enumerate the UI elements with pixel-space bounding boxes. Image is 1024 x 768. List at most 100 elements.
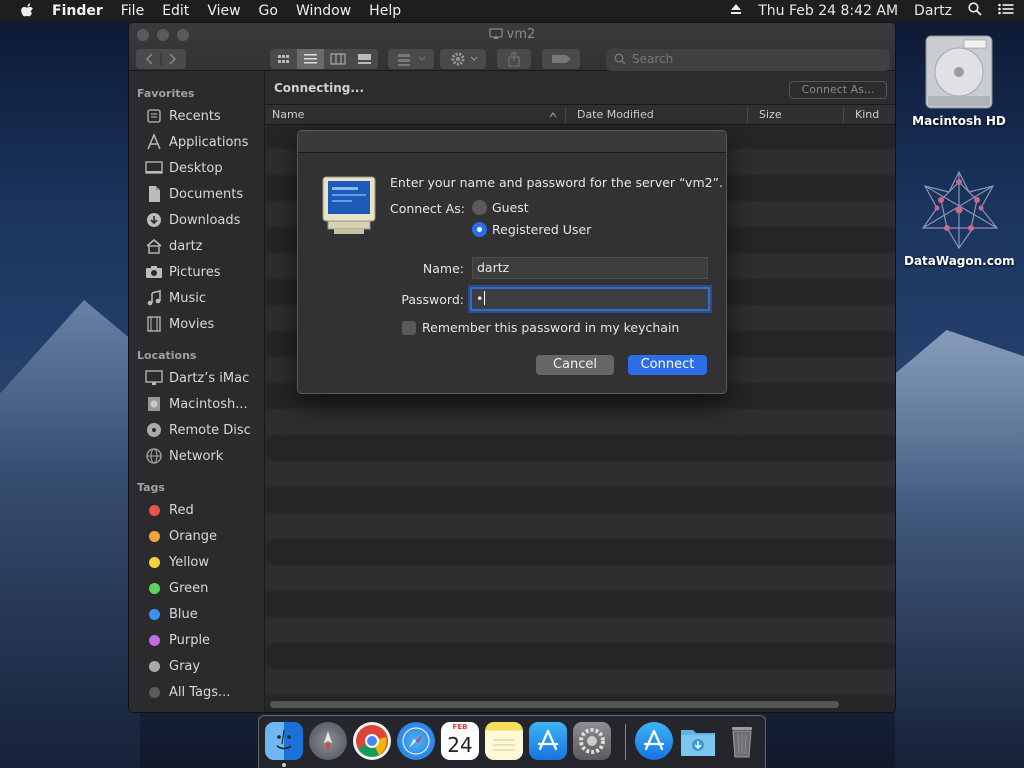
column-header-size[interactable]: Size	[759, 108, 782, 121]
download-icon	[145, 211, 163, 229]
eject-icon[interactable]	[730, 3, 742, 19]
edit-tags-button[interactable]	[542, 49, 580, 69]
desktop-icon-datawagon[interactable]: DataWagon.com	[904, 170, 1015, 268]
app-store-icon[interactable]	[635, 722, 673, 760]
dialog-titlebar	[298, 131, 726, 153]
sidebar-item-label: Pictures	[169, 264, 221, 280]
sidebar-item-macintosh[interactable]: Macintosh...	[129, 391, 265, 417]
menubar-user[interactable]: Dartz	[914, 3, 952, 19]
column-header-name[interactable]: Name	[272, 108, 304, 121]
sidebar-tag-all-tags[interactable]: All Tags...	[129, 679, 265, 705]
radio-registered-user-control[interactable]	[472, 222, 487, 237]
radio-guest[interactable]: Guest	[472, 200, 529, 215]
back-forward-buttons[interactable]	[136, 49, 186, 69]
downloads-folder-icon[interactable]	[679, 722, 717, 760]
disk-icon	[145, 395, 163, 413]
horizontal-scrollbar[interactable]	[270, 701, 839, 708]
system-preferences-icon[interactable]	[573, 722, 611, 760]
group-by-button[interactable]	[388, 49, 434, 69]
calendar-icon[interactable]: FEB 24	[441, 722, 479, 760]
radio-registered-user[interactable]: Registered User	[472, 222, 591, 237]
sidebar-item-label: Desktop	[169, 160, 223, 176]
cancel-button[interactable]: Cancel	[536, 355, 614, 375]
search-placeholder: Search	[632, 52, 674, 66]
column-header-date-modified[interactable]: Date Modified	[577, 108, 654, 121]
sidebar-item-label: Remote Disc	[169, 422, 251, 438]
server-login-dialog: Enter your name and password for the ser…	[297, 130, 727, 394]
desktop-icon-macintosh-hd[interactable]: Macintosh HD	[904, 34, 1014, 128]
sidebar-item-pictures[interactable]: Pictures	[129, 259, 265, 285]
spotlight-search-icon[interactable]	[968, 2, 982, 20]
sidebar-item-imac[interactable]: Dartz’s iMac	[129, 365, 265, 391]
menu-file[interactable]: File	[121, 3, 144, 19]
sidebar-item-remote-disc[interactable]: Remote Disc	[129, 417, 265, 443]
menu-edit[interactable]: Edit	[162, 3, 189, 19]
remember-password-checkbox[interactable]: Remember this password in my keychain	[402, 320, 679, 335]
sidebar-tag-yellow[interactable]: Yellow	[129, 549, 265, 575]
document-icon	[145, 185, 163, 203]
hard-drive-icon	[922, 34, 996, 110]
menu-go[interactable]: Go	[259, 3, 278, 19]
menu-window[interactable]: Window	[296, 3, 351, 19]
sidebar-item-label: Music	[169, 290, 206, 306]
sidebar-item-label: All Tags...	[169, 684, 231, 700]
password-mask: •	[476, 291, 484, 306]
purple-tag-dot-icon	[148, 634, 160, 646]
green-tag-dot-icon	[148, 582, 160, 594]
connect-as-button[interactable]: Connect As...	[789, 81, 887, 99]
finder-icon[interactable]	[265, 722, 303, 760]
desktop-icon-label: DataWagon.com	[904, 254, 1015, 268]
sidebar-item-network[interactable]: Network	[129, 443, 265, 469]
sidebar-tag-red[interactable]: Red	[129, 497, 265, 523]
action-gear-button[interactable]	[440, 49, 486, 69]
password-label: Password:	[401, 292, 464, 307]
wallpaper-mountain-right	[895, 330, 1024, 768]
menubar-clock[interactable]: Thu Feb 24 8:42 AM	[758, 3, 898, 19]
app-store-icon[interactable]	[529, 722, 567, 760]
sidebar-tag-gray[interactable]: Gray	[129, 653, 265, 679]
menu-app-finder[interactable]: Finder	[52, 3, 103, 19]
menu-view[interactable]: View	[207, 3, 240, 19]
sidebar-tag-blue[interactable]: Blue	[129, 601, 265, 627]
orange-tag-dot-icon	[148, 530, 160, 542]
checkbox-box[interactable]	[402, 320, 416, 335]
desktop-icon	[145, 159, 163, 177]
sidebar-item-movies[interactable]: Movies	[129, 311, 265, 337]
password-field[interactable]: •	[470, 287, 710, 311]
sidebar-item-home[interactable]: dartz	[129, 233, 265, 259]
launchpad-icon[interactable]	[309, 722, 347, 760]
safari-icon[interactable]	[397, 722, 435, 760]
sidebar-item-music[interactable]: Music	[129, 285, 265, 311]
name-field[interactable]: dartz	[472, 257, 708, 279]
window-title: vm2	[129, 27, 895, 44]
trash-icon[interactable]	[723, 722, 761, 760]
sidebar-item-applications[interactable]: Applications	[129, 129, 265, 155]
name-label: Name:	[422, 261, 464, 276]
sidebar-tag-orange[interactable]: Orange	[129, 523, 265, 549]
sidebar-item-label: Purple	[169, 632, 211, 648]
column-header-kind[interactable]: Kind	[855, 108, 879, 121]
search-input[interactable]: Search	[606, 49, 890, 71]
all-tags-dot-icon	[148, 686, 160, 698]
sidebar-item-downloads[interactable]: Downloads	[129, 207, 265, 233]
clock-icon	[145, 107, 163, 125]
sidebar-item-recents[interactable]: Recents	[129, 103, 265, 129]
notification-center-icon[interactable]	[998, 3, 1014, 19]
view-mode-buttons[interactable]	[270, 49, 378, 69]
sidebar-item-desktop[interactable]: Desktop	[129, 155, 265, 181]
sidebar-tag-purple[interactable]: Purple	[129, 627, 265, 653]
sidebar-item-label: Blue	[169, 606, 198, 622]
radio-guest-control[interactable]	[472, 200, 487, 215]
sidebar-item-documents[interactable]: Documents	[129, 181, 265, 207]
notes-icon[interactable]	[485, 722, 523, 760]
connect-button[interactable]: Connect	[628, 355, 707, 375]
chrome-icon[interactable]	[353, 722, 391, 760]
apple-menu-icon[interactable]	[18, 3, 36, 19]
search-icon	[614, 53, 626, 68]
menubar: Finder File Edit View Go Window Help Thu…	[0, 0, 1024, 22]
share-button[interactable]	[497, 49, 531, 69]
sort-chevron-up-icon	[549, 109, 557, 122]
sidebar-tag-green[interactable]: Green	[129, 575, 265, 601]
sidebar-item-label: Recents	[169, 108, 221, 124]
menu-help[interactable]: Help	[369, 3, 401, 19]
